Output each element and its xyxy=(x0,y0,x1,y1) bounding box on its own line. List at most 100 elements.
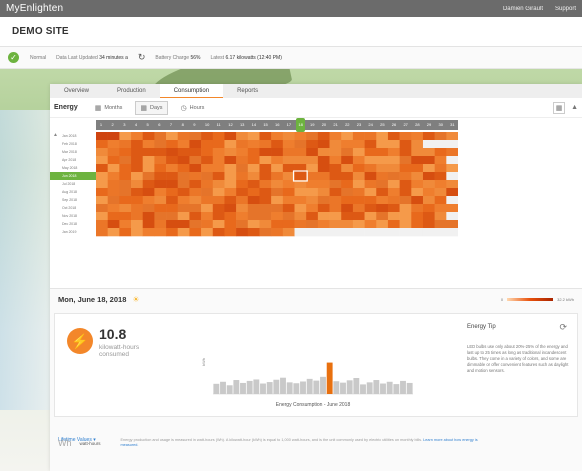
chart-bar[interactable] xyxy=(220,381,226,394)
heatmap-cell[interactable] xyxy=(177,220,190,229)
heatmap-cell[interactable] xyxy=(96,172,108,181)
heatmap-cell[interactable] xyxy=(422,132,435,141)
chart-bar[interactable] xyxy=(406,382,413,394)
heatmap-cell[interactable] xyxy=(201,172,214,181)
heatmap-cell[interactable] xyxy=(364,228,377,237)
heatmap-cell[interactable] xyxy=(446,220,458,229)
heatmap-cell[interactable] xyxy=(422,140,435,149)
heatmap-cell[interactable] xyxy=(282,204,295,213)
day-label[interactable]: 6 xyxy=(158,122,160,127)
heatmap-cell[interactable] xyxy=(154,212,167,221)
heatmap-cell[interactable] xyxy=(352,140,365,149)
heatmap-cell[interactable] xyxy=(411,156,424,165)
heatmap-cell[interactable] xyxy=(352,156,365,165)
heatmap-cell[interactable] xyxy=(434,140,447,149)
heatmap-cell[interactable] xyxy=(131,156,144,165)
heatmap-cell[interactable] xyxy=(294,212,307,221)
heatmap-cell[interactable] xyxy=(107,180,120,189)
heatmap-cell[interactable] xyxy=(119,188,132,197)
heatmap-cell[interactable] xyxy=(422,188,435,197)
heatmap-cell[interactable] xyxy=(107,204,120,213)
heatmap-cell[interactable] xyxy=(247,196,260,205)
heatmap-cell[interactable] xyxy=(119,212,132,221)
heatmap-cell[interactable] xyxy=(96,180,108,189)
heatmap-cell[interactable] xyxy=(341,140,354,149)
heatmap-cell[interactable] xyxy=(177,180,190,189)
day-label[interactable]: 7 xyxy=(170,122,172,127)
heatmap-cell[interactable] xyxy=(376,164,389,173)
heatmap-cell[interactable] xyxy=(236,140,249,149)
heatmap-cell[interactable] xyxy=(236,188,249,197)
heatmap-cell[interactable] xyxy=(166,156,179,165)
heatmap-cell[interactable] xyxy=(259,156,272,165)
heatmap-cell[interactable] xyxy=(236,180,249,189)
heatmap-cell[interactable] xyxy=(376,220,389,229)
heatmap-cell[interactable] xyxy=(376,132,389,141)
heatmap-cell[interactable] xyxy=(166,188,179,197)
heatmap-cell[interactable] xyxy=(446,188,458,197)
day-label[interactable]: 22 xyxy=(345,122,349,127)
heatmap-cell[interactable] xyxy=(317,188,330,197)
heatmap-cell[interactable] xyxy=(376,140,389,149)
heatmap-cell[interactable] xyxy=(177,188,190,197)
heatmap-cell[interactable] xyxy=(189,148,202,157)
heatmap-cell[interactable] xyxy=(329,220,342,229)
heatmap-cell[interactable] xyxy=(376,188,389,197)
heatmap-cell[interactable] xyxy=(306,188,319,197)
heatmap-cell[interactable] xyxy=(422,196,435,205)
heatmap-cell[interactable] xyxy=(434,164,447,173)
heatmap-cell[interactable] xyxy=(411,164,424,173)
heatmap-cell[interactable] xyxy=(212,220,225,229)
heatmap-cell[interactable] xyxy=(96,212,108,221)
heatmap-cell[interactable] xyxy=(212,196,225,205)
heatmap-cell[interactable] xyxy=(154,228,167,237)
heatmap-cell[interactable] xyxy=(259,148,272,157)
heatmap-cell[interactable] xyxy=(387,228,400,237)
user-menu[interactable]: Damien Girault xyxy=(503,6,543,12)
heatmap-cell[interactable] xyxy=(131,148,144,157)
heatmap-cell[interactable] xyxy=(142,204,155,213)
heatmap-cell[interactable] xyxy=(352,148,365,157)
heatmap-cell[interactable] xyxy=(329,132,342,141)
chart-bar[interactable] xyxy=(226,385,233,394)
heatmap-cell[interactable] xyxy=(212,172,225,181)
days-button[interactable]: ▦ Days xyxy=(135,100,168,115)
heatmap-cell[interactable] xyxy=(294,148,307,157)
heatmap-cell[interactable] xyxy=(224,132,237,141)
chart-bar[interactable] xyxy=(293,383,300,394)
heatmap-cell[interactable] xyxy=(224,220,237,229)
heatmap-cell[interactable] xyxy=(352,228,365,237)
heatmap-cell[interactable] xyxy=(282,228,295,237)
heatmap-cell[interactable] xyxy=(387,148,400,157)
heatmap-cell[interactable] xyxy=(236,212,249,221)
heatmap-cell[interactable] xyxy=(271,148,284,157)
heatmap-cell[interactable] xyxy=(399,164,412,173)
heatmap-cell[interactable] xyxy=(224,212,237,221)
chart-bar[interactable] xyxy=(213,383,220,394)
heatmap-cell[interactable] xyxy=(154,180,167,189)
heatmap-cell[interactable] xyxy=(294,188,307,197)
heatmap-cell[interactable] xyxy=(119,148,132,157)
heatmap-cell[interactable] xyxy=(119,204,132,213)
heatmap-cell[interactable] xyxy=(189,212,202,221)
month-row-label[interactable]: Apr 2018 xyxy=(50,156,96,164)
heatmap-cell[interactable] xyxy=(399,228,412,237)
heatmap-cell[interactable] xyxy=(142,156,155,165)
heatmap-cell[interactable] xyxy=(189,140,202,149)
heatmap-cell[interactable] xyxy=(306,156,319,165)
heatmap-cell[interactable] xyxy=(411,212,424,221)
heatmap-cell[interactable] xyxy=(317,196,330,205)
heatmap-cell[interactable] xyxy=(411,132,424,141)
heatmap-cell[interactable] xyxy=(201,148,214,157)
heatmap-cell[interactable] xyxy=(236,172,249,181)
heatmap-cell[interactable] xyxy=(306,164,319,173)
heatmap-cell[interactable] xyxy=(154,204,167,213)
heatmap-cell[interactable] xyxy=(166,212,179,221)
heatmap-cell[interactable] xyxy=(166,164,179,173)
chart-bar[interactable] xyxy=(326,362,333,394)
heatmap-cell[interactable] xyxy=(177,156,190,165)
heatmap-cell[interactable] xyxy=(131,228,144,237)
heatmap-cell[interactable] xyxy=(259,132,272,141)
month-row-label[interactable]: Oct 2018 xyxy=(50,204,96,212)
heatmap-cell[interactable] xyxy=(282,140,295,149)
